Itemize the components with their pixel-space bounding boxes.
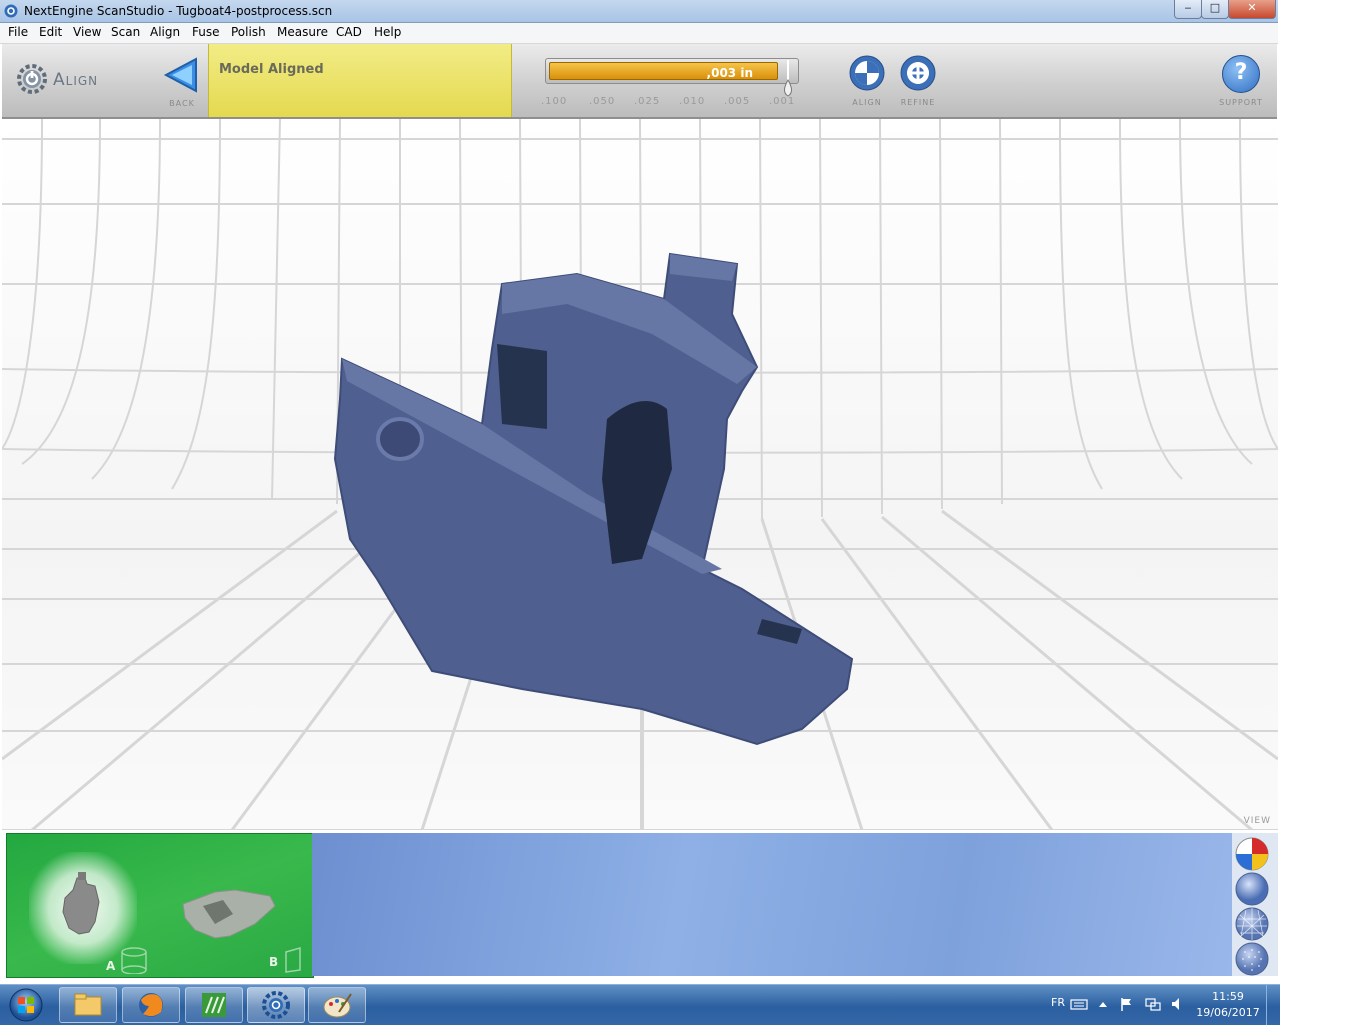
- show-hidden-icons-icon[interactable]: [1097, 999, 1109, 1009]
- windows-taskbar: FR 11:59 19/06/2017: [0, 984, 1280, 1025]
- slider-thumb[interactable]: [779, 60, 797, 98]
- point-cloud-ball-icon[interactable]: [1235, 942, 1269, 976]
- scan-a-label: A: [106, 959, 116, 973]
- bottom-panel: A B: [2, 831, 1278, 978]
- tick-label: .025: [634, 96, 661, 107]
- support-button[interactable]: ?: [1222, 55, 1260, 93]
- solid-shading-ball-icon[interactable]: [1235, 872, 1269, 906]
- support-button-label: Support: [1219, 98, 1263, 107]
- back-arrow-icon: [163, 57, 197, 93]
- back-label: Back: [169, 99, 195, 108]
- scan-pair-panel[interactable]: A B: [6, 833, 314, 978]
- firefox-icon: [139, 993, 163, 1017]
- taskbar-app-button[interactable]: [185, 987, 243, 1023]
- view-label: View: [1243, 816, 1271, 826]
- clock-time[interactable]: 11:59: [1200, 990, 1256, 1003]
- taskbar-explorer-button[interactable]: [59, 987, 117, 1023]
- menu-align[interactable]: Align: [150, 25, 180, 39]
- scanstudio-app-icon[interactable]: [4, 4, 18, 18]
- start-button[interactable]: [4, 987, 48, 1023]
- menu-polish[interactable]: Polish: [231, 25, 266, 39]
- maximize-button[interactable]: □: [1201, 0, 1229, 19]
- tolerance-slider-fill: ,003 in: [549, 62, 778, 80]
- refine-button-label: Refine: [900, 98, 936, 107]
- title-bar: NextEngine ScanStudio - Tugboat4-postpro…: [0, 0, 1278, 23]
- clock-date[interactable]: 19/06/2017: [1194, 1006, 1262, 1019]
- menu-scan[interactable]: Scan: [111, 25, 140, 39]
- scan-b-label: B: [269, 955, 279, 969]
- menu-help[interactable]: Help: [374, 25, 401, 39]
- status-text: Model Aligned: [219, 62, 324, 77]
- app-icon: [202, 993, 226, 1017]
- wireframe-ball-icon[interactable]: [1235, 907, 1269, 941]
- color-shading-ball-icon[interactable]: [1235, 837, 1269, 871]
- tick-label: .100: [541, 96, 568, 107]
- scan-b-thumbnail[interactable]: [175, 884, 285, 944]
- flat-scan-icon: [285, 947, 301, 973]
- menu-bar: File Edit View Scan Align Fuse Polish Me…: [0, 23, 1278, 44]
- tick-label: .005: [724, 96, 751, 107]
- align-target-button[interactable]: [849, 55, 885, 91]
- tolerance-slider[interactable]: ,003 in: [545, 58, 799, 84]
- cylinder-icon: [121, 947, 147, 974]
- tick-label: .050: [589, 96, 616, 107]
- show-desktop-button[interactable]: [1266, 985, 1279, 1025]
- align-button-label: Align: [852, 98, 882, 107]
- mode-label: Align: [53, 70, 99, 90]
- status-panel: Model Aligned: [208, 44, 512, 117]
- volume-icon[interactable]: [1169, 996, 1185, 1012]
- file-explorer-icon: [74, 993, 102, 1016]
- menu-file[interactable]: File: [8, 25, 28, 39]
- taskbar-scanstudio-button[interactable]: [247, 987, 305, 1023]
- scan-list-area[interactable]: [312, 833, 1232, 976]
- taskbar-firefox-button[interactable]: [122, 987, 180, 1023]
- action-center-flag-icon[interactable]: [1119, 996, 1135, 1012]
- menu-fuse[interactable]: Fuse: [192, 25, 220, 39]
- tolerance-value: ,003 in: [706, 66, 753, 80]
- 3d-viewport[interactable]: View: [2, 119, 1278, 830]
- menu-view[interactable]: View: [73, 25, 101, 39]
- align-toolbar: Align Back Model Aligned ,003 in .100 .0…: [2, 44, 1277, 119]
- backdrop-grid: [2, 119, 1278, 830]
- menu-edit[interactable]: Edit: [39, 25, 62, 39]
- taskbar-paint-button[interactable]: [308, 987, 366, 1023]
- window-title: NextEngine ScanStudio - Tugboat4-postpro…: [24, 4, 333, 18]
- minimize-button[interactable]: ‒: [1174, 0, 1202, 19]
- scanstudio-icon: [262, 991, 290, 1019]
- menu-measure[interactable]: Measure: [277, 25, 328, 39]
- keyboard-icon[interactable]: [1070, 996, 1088, 1012]
- tick-label: .001: [769, 96, 796, 107]
- menu-cad[interactable]: CAD: [336, 25, 362, 39]
- close-button[interactable]: ✕: [1228, 0, 1276, 19]
- tick-label: .010: [679, 96, 706, 107]
- paint-icon: [323, 993, 352, 1018]
- language-indicator[interactable]: FR: [1051, 996, 1065, 1009]
- network-icon[interactable]: [1144, 996, 1162, 1012]
- refine-button[interactable]: [900, 55, 936, 91]
- gear-icon: [17, 64, 47, 94]
- back-button[interactable]: Back: [160, 56, 204, 112]
